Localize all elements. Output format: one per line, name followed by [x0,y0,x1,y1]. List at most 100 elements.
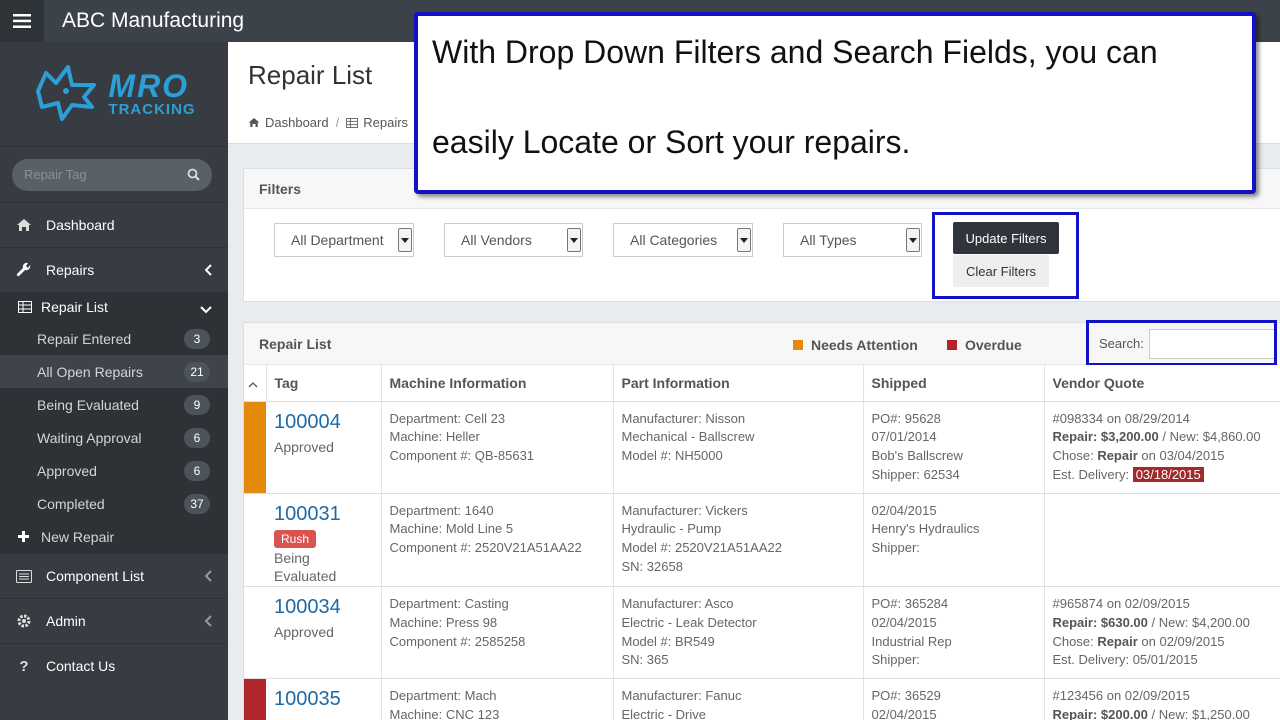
repair-tag-link[interactable]: 100035 [274,687,373,711]
sidebar-subitem[interactable]: Approved 6 [0,454,228,487]
repair-table: Tag Machine Information Part Information… [244,365,1280,720]
sidebar-subitem-label: Approved [37,462,97,479]
quote-prices: Repair: $200.00 / New: $1,250.00 [1053,706,1280,720]
sidebar-subitem[interactable]: All Open Repairs 21 [0,355,228,388]
sidebar: MRO TRACKING Dashboard Repairs Repair Li… [0,42,228,720]
logo[interactable]: MRO TRACKING [0,42,228,146]
table-header-row: Tag Machine Information Part Information… [244,365,1280,402]
select-value: All Vendors [461,232,532,248]
quote-number: #965874 on 02/09/2015 [1052,596,1190,612]
hamburger-menu-icon[interactable] [0,0,44,42]
types-select[interactable]: All Types [783,223,922,257]
home-icon [14,218,34,232]
status-marker [244,493,266,588]
part-info-line: Model #: 2520V21A51AA22 [621,540,782,556]
vendor-quote-cell: #098334 on 08/29/2014 Repair: $3,200.00 /… [1044,401,1280,494]
sort-column-header[interactable] [244,365,267,402]
sidebar-item-new-repair[interactable]: New Repair [0,520,228,553]
sidebar-item-dashboard[interactable]: Dashboard [0,202,228,247]
gear-icon [14,613,34,629]
part-cell: Manufacturer: Nisson Mechanical - Ballscr… [613,401,864,494]
quote-new-price: / New: $4,860.00 [1158,429,1261,445]
column-header-vendor-quote[interactable]: Vendor Quote [1044,365,1280,402]
repair-tag-link[interactable]: 100004 [274,410,373,434]
shipped-info-line: 07/01/2014 [871,429,937,445]
chevron-left-icon [204,614,212,630]
repair-tag-link[interactable]: 100031 [274,502,373,526]
quote-number: #123456 on 02/09/2015 [1052,688,1190,704]
table-row[interactable]: 100004 Approved Department: Cell 23 Machine… [244,401,1280,494]
callout-line-1: With Drop Down Filters and Search Fields… [432,34,1158,70]
sidebar-item-repair-list[interactable]: Repair List [0,292,228,322]
sort-up-icon [248,381,258,388]
quote-delivery-date: 05/01/2015 [1132,652,1198,668]
vendors-select[interactable]: All Vendors [444,223,583,257]
vendor-quote-cell [1044,493,1280,588]
status-marker [244,586,266,680]
sidebar-subitem[interactable]: Repair Entered 3 [0,322,228,355]
machine-info-line: Department: 1640 [389,502,494,518]
table-icon [18,301,32,313]
column-header-machine[interactable]: Machine Information [381,365,614,402]
status-marker [244,678,266,720]
legend-label: Overdue [965,337,1022,353]
sidebar-item-label: Repairs [46,262,95,278]
quote-new-price: / New: $1,250.00 [1147,706,1250,720]
sidebar-item-contact-us[interactable]: ? Contact Us [0,643,228,688]
quote-choice-value: Repair [1097,633,1138,649]
shipped-info-line: PO#: 95628 [871,410,941,426]
select-value: All Types [800,232,857,248]
column-header-part[interactable]: Part Information [613,365,864,402]
shipped-cell: PO#: 95628 07/01/2014 Bob's Ballscrew Shipp… [863,401,1045,494]
logo-mro-text: MRO [108,68,190,104]
sidebar-item-component-list[interactable]: Component List [0,553,228,598]
quote-choice-prefix: Chose: [1052,633,1098,649]
sidebar-subitem[interactable]: Being Evaluated 9 [0,388,228,421]
categories-select[interactable]: All Categories [613,223,753,257]
tag-cell: 100031 Rush Being Evaluated [266,493,382,588]
sidebar-subitem[interactable]: Completed 37 [0,487,228,520]
machine-info-line: Department: Mach [389,688,497,704]
list-icon [14,569,34,583]
table-row[interactable]: 100031 Rush Being Evaluated Department: 164… [244,493,1280,588]
machine-cell: Department: 1640 Machine: Mold Line 5 Comp… [381,493,614,588]
shipped-cell: 02/04/2015 Henry's Hydraulics Shipper: [863,493,1045,588]
department-select[interactable]: All Department [274,223,414,257]
legend-needs-attention: Needs Attention [793,337,918,353]
column-header-shipped[interactable]: Shipped [863,365,1045,402]
shipped-info-line: Industrial Rep [871,633,952,649]
sidebar-item-label: Admin [46,613,86,629]
part-info-line: Electric - Leak Detector [621,614,757,630]
quote-delivery: Est. Delivery: 03/18/2015 [1053,466,1280,485]
repair-tag-input[interactable] [24,167,174,182]
sidebar-item-admin[interactable]: Admin [0,598,228,643]
breadcrumb-dashboard[interactable]: Dashboard [265,115,329,130]
legend-overdue: Overdue [947,337,1022,353]
repair-tag-link[interactable]: 100034 [274,595,373,619]
search-icon[interactable] [187,168,200,181]
table-row[interactable]: 100035 Department: Mach Machine: CNC 123 Ma… [244,678,1280,720]
repair-status: Approved [274,438,334,455]
sidebar-item-repairs[interactable]: Repairs [0,247,228,292]
sidebar-item-label: Component List [46,568,145,584]
count-badge: 37 [184,493,210,514]
question-icon: ? [19,657,29,675]
table-row[interactable]: 100034 Approved Department: Casting Machine… [244,586,1280,680]
part-cell: Manufacturer: Asco Electric - Leak Detect… [613,586,864,680]
tag-cell: 100034 Approved [266,586,382,680]
breadcrumb-repairs[interactable]: Repairs [363,115,408,130]
status-marker [244,401,266,494]
search-highlight [1086,320,1277,366]
column-header-tag[interactable]: Tag [266,365,382,402]
home-icon [248,118,260,127]
tutorial-callout: With Drop Down Filters and Search Fields… [414,12,1256,194]
repair-list-title: Repair List [259,335,332,352]
part-info-line: Manufacturer: Vickers [621,502,748,518]
quote-delivery-date: 03/18/2015 [1132,466,1204,482]
wolf-logo-icon [36,65,97,121]
quote-prices: Repair: $3,200.00 / New: $4,860.00 [1053,428,1280,447]
quote-number: #098334 on 08/29/2014 [1052,410,1190,426]
sidebar-subitem[interactable]: Waiting Approval 6 [0,421,228,454]
quote-choice: Chose: Repair on 03/04/2015 [1053,447,1280,466]
machine-cell: Department: Mach Machine: CNC 123 [381,678,614,720]
